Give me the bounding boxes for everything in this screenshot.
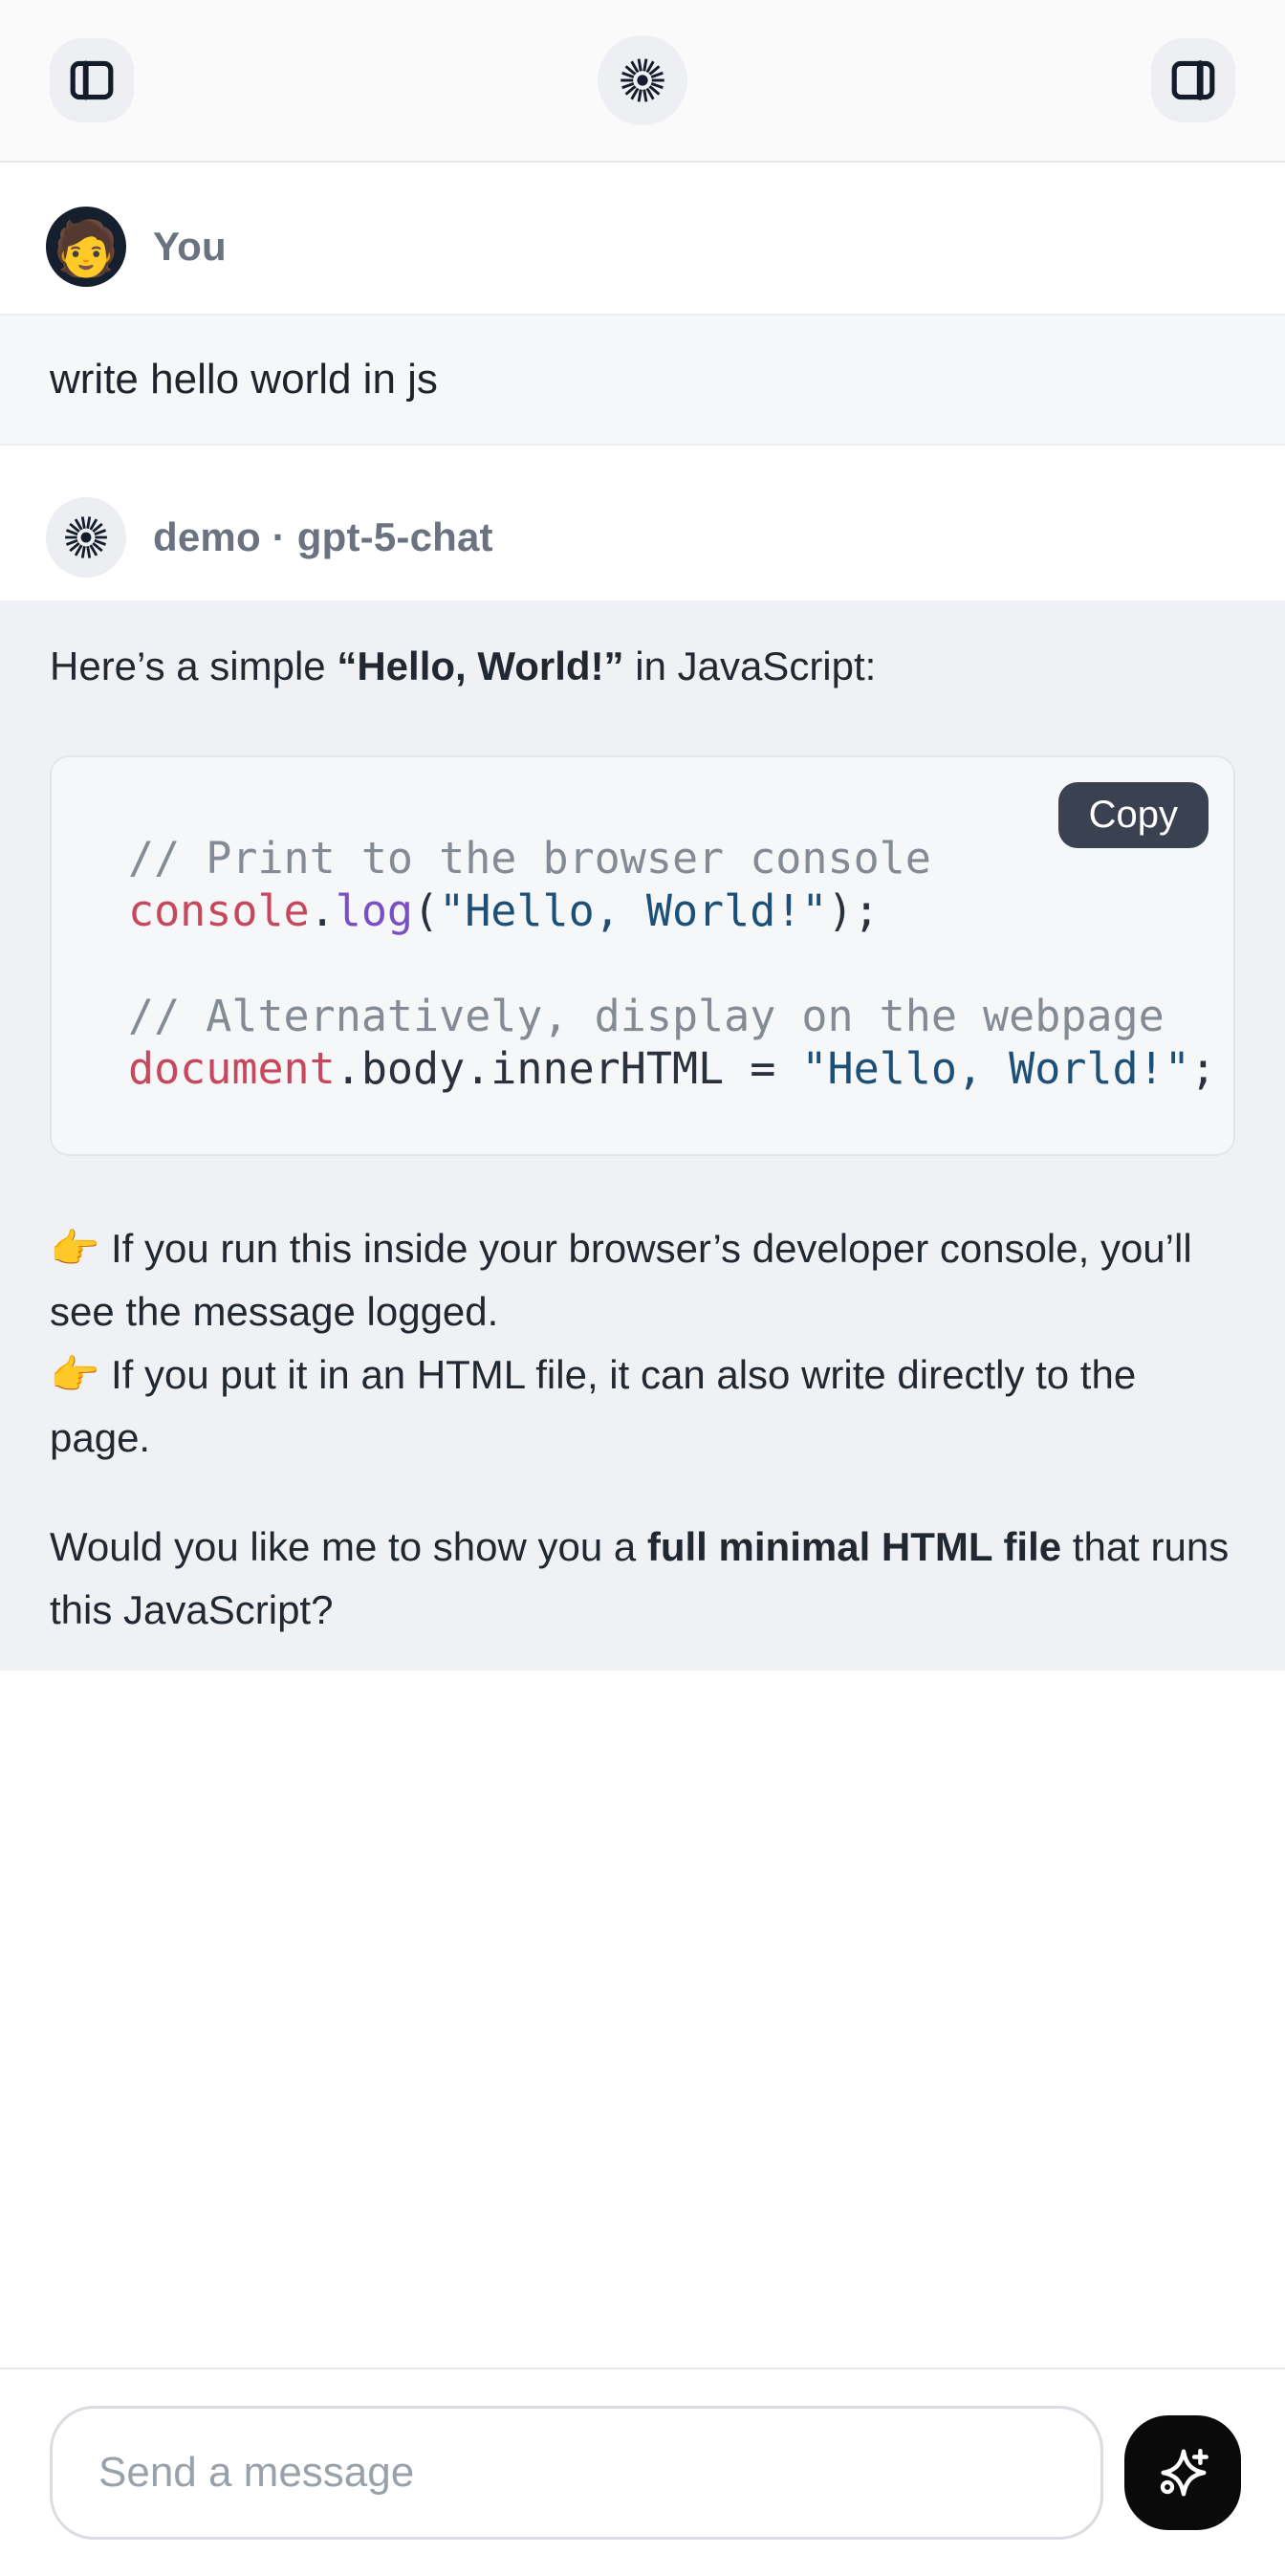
assistant-avatar [46,497,126,578]
sidebar-toggle-button[interactable] [50,38,134,122]
panel-left-icon [66,55,118,106]
assistant-note-2: 👉 If you put it in an HTML file, it can … [50,1343,1235,1470]
assistant-note-1: 👉 If you run this inside your browser’s … [50,1217,1235,1343]
composer-bar [0,2368,1285,2576]
model-logo-button[interactable] [598,35,687,125]
assistant-sender-label: demo · gpt-5-chat [153,514,493,560]
top-bar [0,0,1285,163]
code-content: // Print to the browser console console.… [128,832,1176,1095]
user-sender-label: You [153,224,227,270]
user-avatar: 🧑 [46,207,126,287]
code-block: Copy // Print to the browser console con… [50,755,1235,1156]
panel-right-icon [1167,55,1219,106]
message-input[interactable] [50,2406,1103,2540]
chat-app: 🧑 You write hello world in js [0,0,1285,2576]
send-button[interactable] [1124,2415,1241,2530]
chat-scroll-area[interactable]: 🧑 You write hello world in js [0,163,1285,2368]
right-panel-toggle-button[interactable] [1151,38,1235,122]
user-message-header: 🧑 You [0,207,1285,287]
assistant-message-header: demo · gpt-5-chat [0,497,1285,578]
assistant-message: demo · gpt-5-chat Here’s a simple “Hello… [0,497,1285,1670]
user-message-text: write hello world in js [50,356,1235,404]
assistant-intro-text: Here’s a simple “Hello, World!” in JavaS… [50,635,1235,698]
starburst-icon [618,55,667,105]
person-emoji: 🧑 [53,222,120,275]
copy-button[interactable]: Copy [1058,782,1209,848]
sparkles-icon [1153,2443,1212,2502]
assistant-message-body: Here’s a simple “Hello, World!” in JavaS… [0,600,1285,1670]
user-message: 🧑 You write hello world in js [0,207,1285,446]
starburst-icon [62,513,110,561]
user-message-bubble: write hello world in js [0,314,1285,446]
assistant-followup-question: Would you like me to show you a full min… [50,1516,1235,1642]
